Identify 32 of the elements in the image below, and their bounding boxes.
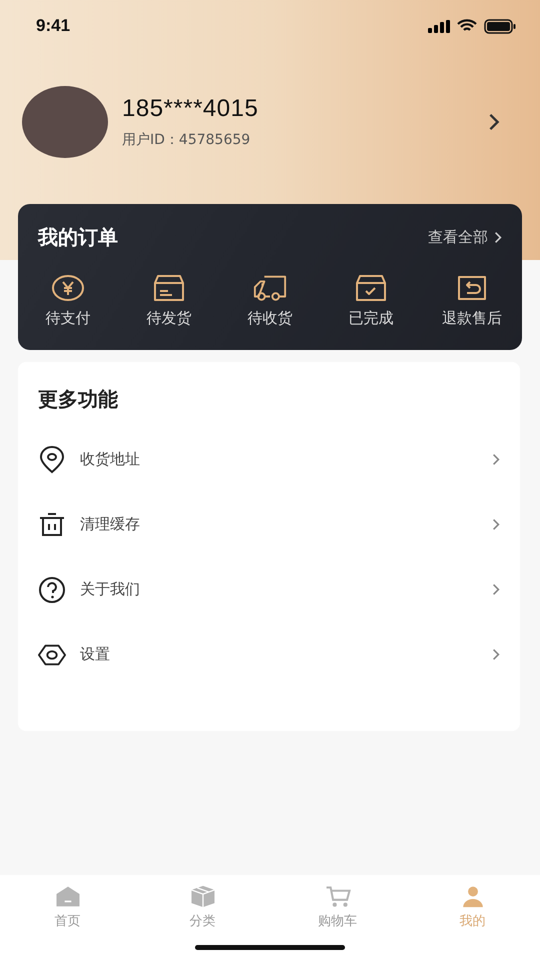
orders-title: 我的订单: [38, 224, 118, 251]
location-pin-icon: [38, 446, 66, 474]
chevron-right-icon: [492, 453, 500, 466]
battery-icon: [484, 18, 516, 34]
chevron-right-icon: [492, 583, 500, 596]
box-check-icon: [354, 273, 388, 303]
menu-item[interactable]: 收货地址: [38, 427, 500, 492]
order-status-button[interactable]: 已完成: [341, 273, 401, 328]
yen-coin-icon: [51, 273, 85, 303]
help-icon: [38, 576, 66, 604]
trash-icon: [38, 510, 66, 538]
signal-icon: [428, 20, 450, 32]
user-id: 用户ID：45785659: [122, 131, 252, 149]
truck-icon: [253, 273, 287, 303]
order-status-button[interactable]: 待收货: [240, 273, 300, 328]
order-status-button[interactable]: 待支付: [38, 273, 98, 328]
return-icon: [455, 273, 489, 303]
chevron-right-icon: [492, 648, 500, 661]
menu-item[interactable]: 清理缓存: [38, 492, 500, 557]
menu-item[interactable]: 关于我们: [38, 557, 500, 622]
chevron-right-icon: [494, 231, 502, 244]
wifi-icon: [457, 19, 477, 33]
order-status-button[interactable]: 退款售后: [442, 273, 502, 328]
menu-item[interactable]: 设置: [38, 622, 500, 687]
status-time: 9:41: [36, 16, 70, 36]
more-functions-title: 更多功能: [38, 386, 119, 413]
order-status-button[interactable]: 待发货: [139, 273, 199, 328]
chevron-right-icon: [488, 112, 500, 132]
chevron-right-icon: [492, 518, 500, 531]
view-all-link[interactable]: 查看全部: [428, 228, 502, 247]
phone-number: 185****4015: [122, 95, 260, 123]
box-icon: [152, 273, 186, 303]
